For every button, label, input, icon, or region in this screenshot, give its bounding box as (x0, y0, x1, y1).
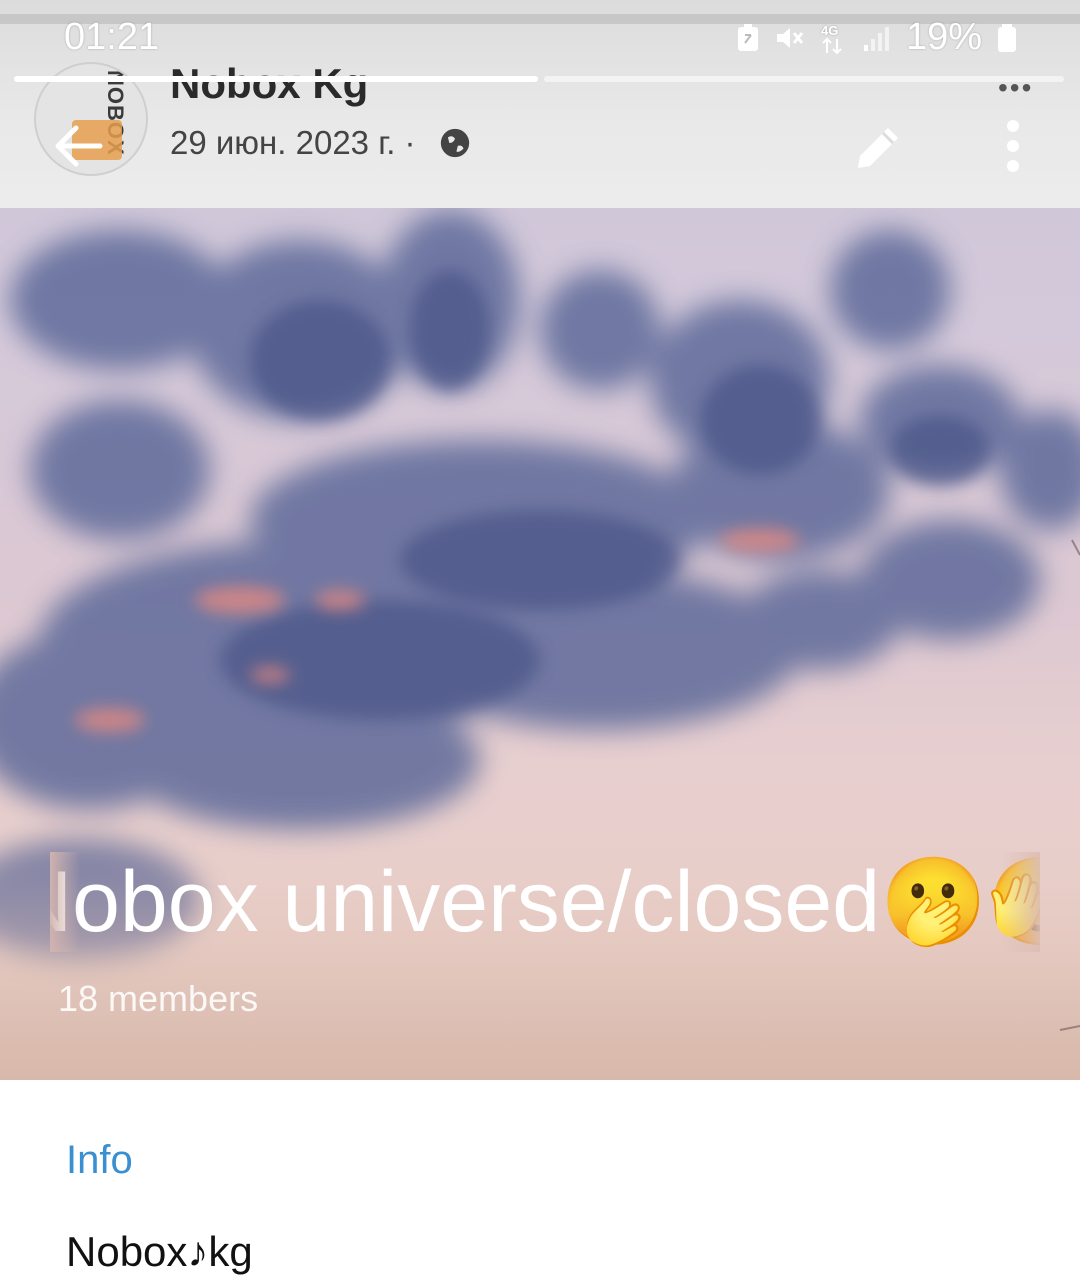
marquee-fade-left (50, 852, 80, 952)
post-page-name: Nobox Kg (170, 60, 369, 107)
story-progress-remaining (544, 76, 1064, 82)
post-date: 29 июн. 2023 г. · (170, 124, 416, 161)
signal-icon (863, 26, 889, 51)
more-vert-icon[interactable] (990, 118, 1036, 174)
back-arrow-icon[interactable] (50, 118, 106, 174)
battery-percent: 19% (905, 16, 982, 58)
story-progress-active (14, 76, 538, 82)
status-icons: 4G 19% (736, 16, 1018, 59)
group-title-marquee: Nobox universe/closed🫢🫣 Nobox universe/c… (50, 852, 1040, 952)
marquee-fade-right (1000, 852, 1040, 952)
info-header: Info (66, 1138, 133, 1182)
member-count[interactable]: 18 members (58, 978, 258, 1020)
status-time: 01:21 (64, 16, 160, 58)
battery-saver-icon (737, 23, 758, 51)
network-4g-icon: 4G (821, 23, 842, 54)
edit-pencil-icon[interactable] (850, 118, 908, 176)
info-section: Info Nobox♪kg (0, 1080, 1080, 1275)
info-description[interactable]: Nobox♪kg (66, 1228, 253, 1276)
mute-icon (776, 27, 804, 48)
globe-icon (440, 128, 470, 158)
svg-text:4G: 4G (821, 23, 838, 38)
battery-icon (998, 23, 1016, 52)
group-title: Nobox universe/closed🫢🫣 Nobox universe/c… (50, 854, 1040, 950)
